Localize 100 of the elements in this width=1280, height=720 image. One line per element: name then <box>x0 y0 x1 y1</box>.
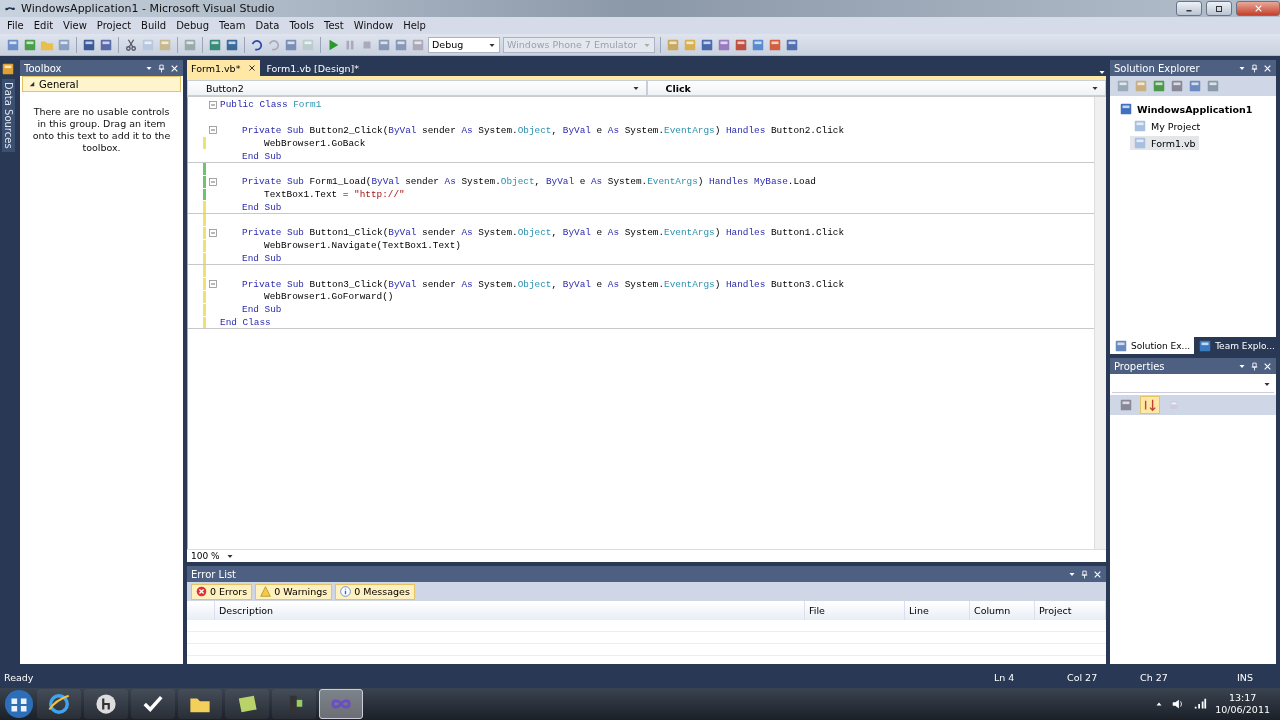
clock-date: 10/06/2011 <box>1215 704 1270 716</box>
collapse-icon[interactable] <box>209 280 217 289</box>
dropdown-icon[interactable] <box>145 64 153 72</box>
vertical-scrollbar[interactable] <box>1094 97 1106 549</box>
document-tab[interactable]: Form1.vb* <box>187 60 261 76</box>
char-number: Ch 27 <box>1140 671 1169 683</box>
document-tab[interactable]: Form1.vb [Design]* <box>262 60 364 76</box>
column-header[interactable]: File <box>805 601 905 620</box>
pin-icon[interactable] <box>1250 361 1259 371</box>
pin-icon[interactable] <box>1080 569 1089 579</box>
toolbox-group[interactable]: General <box>22 76 181 92</box>
configuration-dropdown[interactable]: Debug <box>428 36 500 53</box>
browser-icon[interactable] <box>48 693 70 715</box>
object-dropdown[interactable]: Button2 <box>187 80 647 96</box>
code-line: Public Class Form1 <box>220 99 322 111</box>
empty-message: There are no usable controls in this group. Drag an item onto this text to add it to the toolbox. <box>31 106 172 154</box>
notepad-icon[interactable] <box>236 693 258 715</box>
dropdown-icon[interactable] <box>225 552 234 560</box>
code-line: End Sub <box>241 304 282 316</box>
column-header[interactable]: Project <box>1035 601 1106 620</box>
taskbar-app[interactable] <box>225 689 269 719</box>
column-header[interactable]: Description <box>215 601 805 620</box>
menu-item[interactable]: View <box>58 20 92 31</box>
code-line: Private Sub Button1_Click(ByVal sender As System.Object, ByVal e As System.EventArgs) Handles Button1.Click <box>241 227 845 239</box>
collapse-icon[interactable] <box>209 228 217 237</box>
status-text: Ready <box>4 671 35 683</box>
error-icon[interactable] <box>196 586 207 597</box>
code-line: Private Sub Button3_Click(ByVal sender As System.Object, ByVal e As System.EventArgs) Handles Button3.Click <box>241 278 845 290</box>
collapse-icon[interactable] <box>209 100 217 109</box>
maximize-button[interactable] <box>1206 1 1232 16</box>
taskbar-app[interactable] <box>84 689 128 719</box>
menu-item[interactable]: Debug <box>171 20 215 31</box>
maximize-icon <box>1215 4 1223 13</box>
filter-button[interactable]: 0 Errors <box>191 583 253 600</box>
menu-item[interactable]: Edit <box>28 20 59 31</box>
cut-icon[interactable] <box>124 37 138 52</box>
pin-icon[interactable] <box>157 63 166 73</box>
tree-item[interactable]: Form1.vb <box>1130 136 1199 150</box>
code-line: WebBrowser1.GoForward() <box>263 291 394 303</box>
close-icon <box>1253 4 1263 13</box>
line-number: Ln 4 <box>994 671 1016 683</box>
info-icon[interactable] <box>340 586 352 597</box>
column-header[interactable]: Column <box>970 601 1035 620</box>
menu-item[interactable]: Tools <box>284 20 320 31</box>
undo-icon[interactable] <box>250 37 264 52</box>
menu-item[interactable]: Window <box>348 20 399 31</box>
code-line: Private Sub Button2_Click(ByVal sender As System.Object, ByVal e As System.EventArgs) Handles Button2.Click <box>241 125 845 136</box>
clock-time: 13:17 <box>1228 692 1257 704</box>
pin-icon[interactable] <box>1250 63 1259 73</box>
taskbar-app[interactable] <box>37 689 81 719</box>
filter-button[interactable]: 0 Warnings <box>255 583 333 600</box>
code-line: End Sub <box>241 252 282 264</box>
taskbar-app[interactable] <box>272 689 316 719</box>
dropdown-icon[interactable] <box>1068 570 1076 578</box>
taskbar-app[interactable] <box>131 689 175 719</box>
dropdown-icon[interactable] <box>1263 380 1271 388</box>
window-title: WindowsApplication1 - Microsoft Visual Studio <box>21 2 276 15</box>
dropdown-icon[interactable] <box>1238 362 1246 370</box>
menu-item[interactable]: Test <box>319 20 349 31</box>
code-line: WebBrowser1.Navigate(TextBox1.Text) <box>263 240 461 252</box>
chevron-up-icon[interactable] <box>1155 700 1164 708</box>
tree-item[interactable]: My Project <box>1130 119 1204 133</box>
zoom-dropdown[interactable]: 100 % <box>191 551 220 561</box>
menu-item[interactable]: Data <box>250 20 285 31</box>
close-icon[interactable] <box>248 64 257 72</box>
menu-item[interactable]: Help <box>398 20 431 31</box>
code-line: End Class <box>220 316 271 328</box>
start-orb-icon[interactable] <box>4 689 34 719</box>
minimize-button[interactable] <box>1176 1 1202 16</box>
panel-title: Toolbox <box>24 62 63 74</box>
code-line: WebBrowser1.GoBack <box>263 137 366 149</box>
row-header <box>187 601 215 620</box>
group-label: General <box>39 78 79 90</box>
dropdown-icon[interactable] <box>1238 64 1246 72</box>
menu-item[interactable]: Build <box>136 20 172 31</box>
taskbar-app[interactable] <box>178 689 222 719</box>
column-header[interactable]: Line <box>905 601 970 620</box>
event-dropdown[interactable]: Click <box>646 80 1106 96</box>
signal-icon[interactable] <box>1193 697 1208 711</box>
side-tab[interactable]: Data Sources <box>1 79 15 152</box>
code-line: End Sub <box>241 150 282 162</box>
warning-icon[interactable] <box>260 586 272 597</box>
column-number: Col 27 <box>1067 671 1099 683</box>
panel-tab[interactable]: Team Explo... <box>1194 337 1279 354</box>
code-line: Private Sub Form1_Load(ByVal sender As System.Object, ByVal e As System.EventArgs) Handles MyBase.Load <box>241 176 816 188</box>
dropdown-icon[interactable] <box>631 84 640 92</box>
panel-title: Solution Explorer <box>1114 62 1201 74</box>
alphabetical-button[interactable] <box>1140 396 1160 414</box>
filter-button[interactable]: 0 Messages <box>335 583 415 600</box>
insert-mode: INS <box>1237 671 1253 683</box>
menu-item[interactable]: File <box>2 20 29 31</box>
expander-icon[interactable] <box>29 81 35 87</box>
collapse-icon[interactable] <box>209 126 217 135</box>
code-line: TextBox1.Text = "http://" <box>263 188 405 200</box>
checkmark-icon[interactable] <box>142 693 164 715</box>
panel-tab[interactable]: Solution Ex... <box>1110 337 1195 354</box>
collapse-icon[interactable] <box>209 177 217 186</box>
menu-item[interactable]: Project <box>91 20 137 31</box>
menu-item[interactable]: Team <box>214 20 251 31</box>
tree-item[interactable]: WindowsApplication1 <box>1116 102 1256 116</box>
